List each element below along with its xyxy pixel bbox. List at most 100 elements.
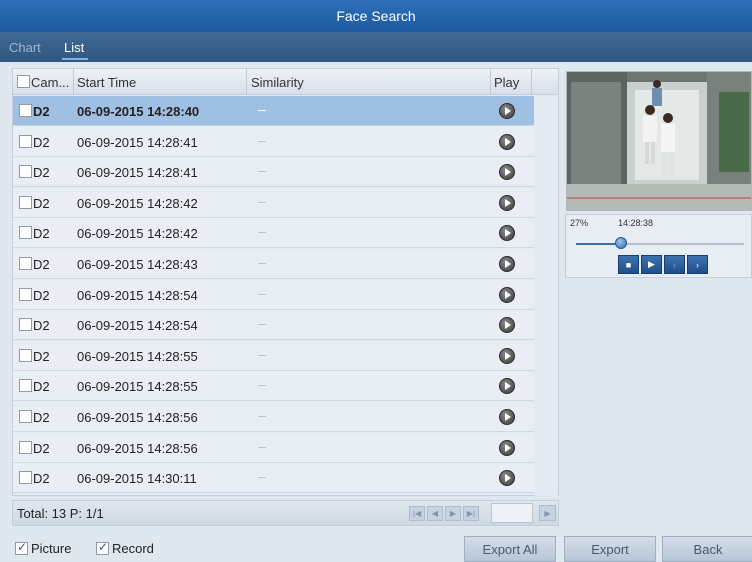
- table-row[interactable]: D2 06-09-2015 14:30:11: [13, 463, 534, 494]
- play-icon[interactable]: [499, 470, 515, 487]
- next-page-button[interactable]: ▶: [445, 506, 461, 521]
- picture-label: Picture: [31, 541, 72, 556]
- play-icon[interactable]: [499, 133, 515, 150]
- record-checkbox[interactable]: Record: [96, 540, 154, 556]
- row-checkbox[interactable]: [19, 318, 32, 332]
- play-icon[interactable]: [499, 317, 515, 334]
- start-time-cell: 06-09-2015 14:28:40: [77, 104, 200, 119]
- play-icon[interactable]: [499, 103, 515, 119]
- picture-checkbox[interactable]: Picture: [15, 540, 72, 556]
- playback-time: 14:28:38: [618, 218, 654, 228]
- camera-cell: D2: [33, 195, 50, 211]
- video-preview: [566, 71, 752, 211]
- progress-slider-handle[interactable]: [615, 237, 628, 249]
- play-icon[interactable]: [499, 439, 515, 456]
- start-time-cell: 06-09-2015 14:28:41: [77, 165, 198, 181]
- similarity-cell: [258, 110, 266, 111]
- similarity-cell: [258, 232, 266, 234]
- previous-icon[interactable]: ‹: [664, 255, 685, 274]
- last-page-button[interactable]: ▶|: [463, 506, 479, 521]
- row-checkbox[interactable]: [19, 134, 32, 148]
- tab-list[interactable]: List: [61, 40, 89, 60]
- table-row[interactable]: D2 06-09-2015 14:28:55: [13, 340, 534, 371]
- start-time-cell: 06-09-2015 14:28:55: [77, 348, 198, 364]
- export-all-button[interactable]: Export All: [464, 536, 556, 562]
- row-checkbox[interactable]: [19, 440, 32, 454]
- similarity-cell: [258, 324, 266, 326]
- row-checkbox[interactable]: [19, 348, 32, 362]
- row-checkbox[interactable]: [19, 165, 32, 179]
- back-button[interactable]: Back: [662, 536, 752, 562]
- page-number-input[interactable]: [491, 503, 533, 523]
- similarity-cell: [258, 385, 266, 387]
- camera-cell: D2: [33, 440, 50, 456]
- first-page-button[interactable]: |◀: [409, 506, 425, 521]
- table-row[interactable]: D2 06-09-2015 14:28:42: [13, 187, 534, 218]
- row-checkbox[interactable]: [19, 195, 32, 209]
- table-footer: Total: 13 P: 1/1 |◀ ◀ ▶ ▶| ▶: [12, 500, 559, 526]
- playback-percent: 27%: [570, 218, 589, 228]
- go-to-page-button[interactable]: ▶: [539, 505, 556, 521]
- start-time-cell: 06-09-2015 14:28:41: [77, 134, 198, 150]
- row-checkbox[interactable]: [19, 471, 32, 485]
- table-row[interactable]: D2 06-09-2015 14:28:54: [13, 279, 534, 310]
- similarity-cell: [258, 477, 266, 479]
- start-time-cell: 06-09-2015 14:28:42: [77, 195, 198, 211]
- play-icon[interactable]: [499, 378, 515, 395]
- column-divider: [531, 69, 532, 95]
- checkbox-checked-icon[interactable]: [96, 540, 109, 555]
- start-time-cell: 06-09-2015 14:30:11: [77, 471, 197, 487]
- table-row[interactable]: D2 06-09-2015 14:28:43: [13, 249, 534, 279]
- prev-page-button[interactable]: ◀: [427, 506, 443, 521]
- table-scrollbar[interactable]: [535, 96, 557, 496]
- camera-cell: D2: [33, 287, 50, 303]
- camera-cell: D2: [33, 104, 50, 119]
- start-time-cell: 06-09-2015 14:28:56: [77, 410, 198, 425]
- play-icon[interactable]: [499, 286, 515, 303]
- row-checkbox[interactable]: [19, 379, 32, 393]
- row-checkbox[interactable]: [19, 257, 32, 270]
- play-icon[interactable]: [499, 164, 515, 181]
- table-row[interactable]: D2 06-09-2015 14:28:40: [13, 96, 534, 126]
- play-icon[interactable]: ▶: [641, 255, 662, 274]
- pagination: |◀ ◀ ▶ ▶|: [409, 506, 479, 521]
- play-icon[interactable]: [499, 347, 515, 364]
- window-title: Face Search: [336, 8, 416, 24]
- column-header-start-time[interactable]: Start Time: [77, 75, 136, 90]
- row-checkbox[interactable]: [19, 410, 32, 423]
- column-divider: [246, 69, 247, 95]
- play-icon[interactable]: [499, 194, 515, 211]
- start-time-cell: 06-09-2015 14:28:54: [77, 287, 198, 303]
- record-label: Record: [112, 541, 154, 556]
- play-icon[interactable]: [499, 225, 515, 242]
- tab-chart[interactable]: Chart: [9, 40, 41, 55]
- similarity-cell: [258, 201, 266, 203]
- export-button[interactable]: Export: [564, 536, 656, 562]
- camera-cell: D2: [33, 257, 50, 272]
- window-title-bar: Face Search: [0, 0, 752, 32]
- similarity-cell: [258, 354, 266, 356]
- column-header-similarity[interactable]: Similarity: [251, 75, 304, 90]
- table-row[interactable]: D2 06-09-2015 14:28:56: [13, 432, 534, 463]
- camera-cell: D2: [33, 379, 50, 395]
- table-row[interactable]: D2 06-09-2015 14:28:41: [13, 126, 534, 157]
- table-row[interactable]: D2 06-09-2015 14:28:42: [13, 218, 534, 249]
- stop-icon[interactable]: ■: [618, 255, 639, 274]
- camera-cell: D2: [33, 410, 50, 425]
- table-row[interactable]: D2 06-09-2015 14:28:54: [13, 310, 534, 341]
- camera-cell: D2: [33, 226, 50, 242]
- play-icon[interactable]: [499, 409, 515, 425]
- column-header-camera[interactable]: Cam...: [31, 75, 69, 90]
- table-row[interactable]: D2 06-09-2015 14:28:56: [13, 402, 534, 432]
- table-row[interactable]: D2 06-09-2015 14:28:41: [13, 157, 534, 188]
- row-checkbox[interactable]: [19, 226, 32, 240]
- table-header: Cam... Start Time Similarity Play: [13, 69, 558, 95]
- next-icon[interactable]: ›: [687, 255, 708, 274]
- row-checkbox[interactable]: [19, 104, 32, 117]
- row-checkbox[interactable]: [19, 287, 32, 301]
- play-icon[interactable]: [499, 256, 515, 272]
- checkbox-checked-icon[interactable]: [15, 540, 28, 555]
- table-row[interactable]: D2 06-09-2015 14:28:55: [13, 371, 534, 402]
- similarity-cell: [258, 171, 266, 173]
- select-all-checkbox[interactable]: [17, 75, 30, 88]
